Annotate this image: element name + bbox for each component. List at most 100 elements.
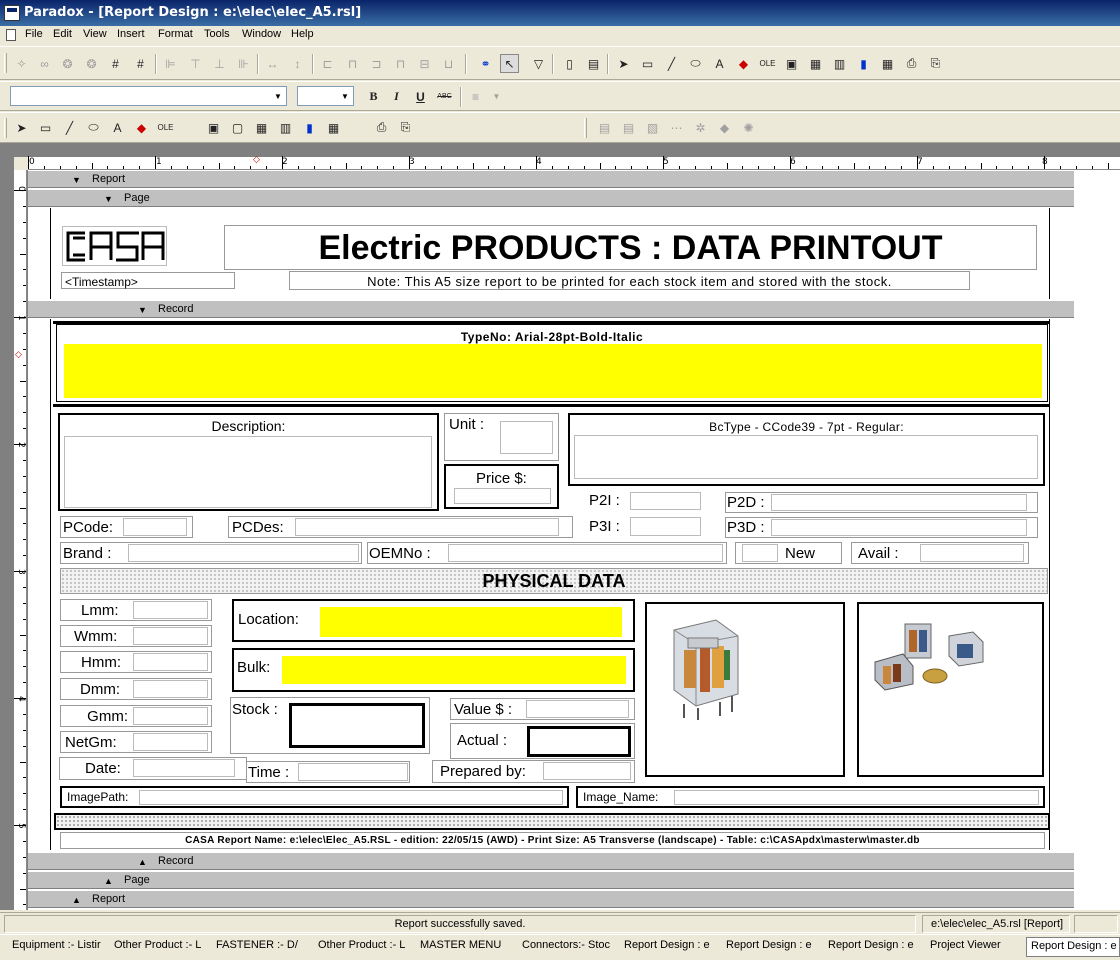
box-tool-icon[interactable]: ▭: [638, 54, 657, 73]
toolbar-grip[interactable]: [4, 53, 7, 73]
pcdes-field[interactable]: [295, 518, 559, 536]
menu-help[interactable]: Help: [291, 28, 314, 40]
price-field[interactable]: [454, 488, 551, 504]
size-left-icon[interactable]: ⊏: [318, 54, 337, 73]
dmm-field[interactable]: [133, 680, 208, 698]
crosstab-tool-icon[interactable]: ▦: [324, 118, 343, 137]
wand-icon[interactable]: ✧: [12, 54, 31, 73]
location-field[interactable]: [320, 607, 622, 637]
footer-text-box[interactable]: CASA Report Name: e:\elec\Elec_A5.RSL - …: [60, 832, 1045, 849]
text-tool-icon[interactable]: A: [710, 54, 729, 73]
multirecord-tool-icon[interactable]: ▥: [276, 118, 295, 137]
page-icon[interactable]: ▯: [560, 54, 579, 73]
ole-tool-icon[interactable]: OLE: [758, 54, 777, 73]
gear-icon[interactable]: ✺: [739, 118, 758, 137]
imagepath-field[interactable]: [139, 790, 563, 805]
image-box-1[interactable]: [645, 602, 845, 777]
field-tool-icon[interactable]: ▣: [204, 118, 223, 137]
pcdes-box[interactable]: PCDes:: [228, 516, 573, 538]
crosstab-tool-icon[interactable]: ▦: [878, 54, 897, 73]
band-report-header[interactable]: ▼ Report: [28, 170, 1074, 188]
print-icon[interactable]: ⎙: [372, 118, 391, 137]
menu-format[interactable]: Format: [158, 28, 193, 40]
gmm-field[interactable]: [133, 707, 208, 725]
task-button[interactable]: Equipment :- Listir: [12, 939, 102, 955]
oemno-field[interactable]: [448, 544, 723, 562]
pcode-box[interactable]: PCode:: [60, 516, 193, 538]
location-box[interactable]: Location:: [232, 599, 635, 642]
sparkle-icon[interactable]: ✲: [691, 118, 710, 137]
lmm-box[interactable]: Lmm:: [60, 599, 212, 621]
layout3-icon[interactable]: ▧: [643, 118, 662, 137]
dots-icon[interactable]: ⋯: [667, 118, 686, 137]
stock-box[interactable]: Stock :: [230, 697, 430, 754]
menu-view[interactable]: View: [83, 28, 107, 40]
space-vertical-icon[interactable]: ↕: [288, 54, 307, 73]
imagename-field[interactable]: [674, 790, 1039, 805]
text-tool-icon[interactable]: A: [108, 118, 127, 137]
ruler-marker-icon[interactable]: ◇: [253, 155, 260, 165]
p3i-field[interactable]: [630, 517, 701, 536]
underline-button[interactable]: U: [411, 87, 430, 106]
dmm-box[interactable]: Dmm:: [60, 678, 212, 700]
font-size-combo[interactable]: ▼: [297, 86, 354, 106]
typeno-box[interactable]: TypeNo: Arial-28pt-Bold-Italic: [56, 324, 1048, 402]
size-right-icon[interactable]: ⊐: [367, 54, 386, 73]
task-button[interactable]: Report Design : e: [726, 939, 816, 955]
report-title-box[interactable]: Electric PRODUCTS : DATA PRINTOUT: [224, 225, 1037, 270]
select-tool-icon[interactable]: ↖: [500, 54, 519, 73]
lmm-field[interactable]: [133, 601, 208, 619]
print-icon[interactable]: ⎙: [902, 54, 921, 73]
time-field[interactable]: [298, 763, 408, 781]
size-middle-icon[interactable]: ⊟: [415, 54, 434, 73]
note-box[interactable]: Note: This A5 size report to be printed …: [289, 271, 970, 290]
chevron-down-icon[interactable]: ▼: [487, 87, 506, 106]
menu-tools[interactable]: Tools: [204, 28, 230, 40]
gmm-box[interactable]: Gmm:: [60, 705, 212, 727]
font-name-combo[interactable]: ▼: [10, 86, 287, 106]
menu-file[interactable]: File: [25, 28, 43, 40]
task-button[interactable]: MASTER MENU: [420, 939, 510, 955]
new-field[interactable]: [742, 544, 778, 562]
unit-field[interactable]: [500, 421, 553, 454]
menu-edit[interactable]: Edit: [53, 28, 72, 40]
filter-icon[interactable]: ▽: [529, 54, 548, 73]
field-tool-icon[interactable]: ▣: [782, 54, 801, 73]
brand-field[interactable]: [128, 544, 359, 562]
value-field[interactable]: [526, 700, 629, 718]
wmm-box[interactable]: Wmm:: [60, 625, 212, 647]
actual-box[interactable]: Actual :: [450, 723, 635, 759]
chevron-down-icon[interactable]: ▼: [337, 87, 353, 105]
ellipse-tool-icon[interactable]: ⬭: [686, 54, 705, 73]
physical-data-header[interactable]: PHYSICAL DATA: [60, 568, 1048, 594]
hmm-box[interactable]: Hmm:: [60, 651, 212, 673]
bulk-box[interactable]: Bulk:: [232, 648, 635, 692]
align-bottom-icon[interactable]: ⊥: [210, 54, 229, 73]
graphic-tool-icon[interactable]: ◆: [132, 118, 151, 137]
preview-icon[interactable]: ⎘: [396, 118, 415, 137]
ole-tool-icon[interactable]: OLE: [156, 118, 175, 137]
task-button-active[interactable]: Report Design : e: [1026, 937, 1120, 957]
diamond-icon[interactable]: ◆: [715, 118, 734, 137]
image-box-2[interactable]: [857, 602, 1044, 777]
app-icon[interactable]: [4, 5, 20, 21]
pointer-icon[interactable]: ➤: [12, 118, 31, 137]
button-tool-icon[interactable]: ▢: [228, 118, 247, 137]
task-button[interactable]: FASTENER :- D/: [216, 939, 306, 955]
stock-field[interactable]: [289, 703, 425, 748]
hmm-field[interactable]: [133, 653, 208, 671]
bold-button[interactable]: B: [364, 87, 383, 106]
data-model-icon[interactable]: ⚭: [476, 54, 495, 73]
space-horizontal-icon[interactable]: ↔: [263, 54, 282, 73]
horizontal-ruler[interactable]: 0 1 2 3 4 5 6 7 8 ◇: [28, 155, 1120, 170]
prepared-box[interactable]: Prepared by:: [432, 760, 635, 783]
graphic-tool-icon[interactable]: ◆: [734, 54, 753, 73]
bctype-field[interactable]: [574, 435, 1038, 479]
prepared-field[interactable]: [543, 762, 631, 780]
size-top-icon[interactable]: ⊓: [391, 54, 410, 73]
box-tool-icon[interactable]: ▭: [36, 118, 55, 137]
casa-logo[interactable]: [62, 226, 167, 266]
band-page-header[interactable]: ▼ Page: [28, 189, 1074, 207]
align-top-icon[interactable]: ⊤: [186, 54, 205, 73]
description-field[interactable]: [64, 436, 432, 508]
